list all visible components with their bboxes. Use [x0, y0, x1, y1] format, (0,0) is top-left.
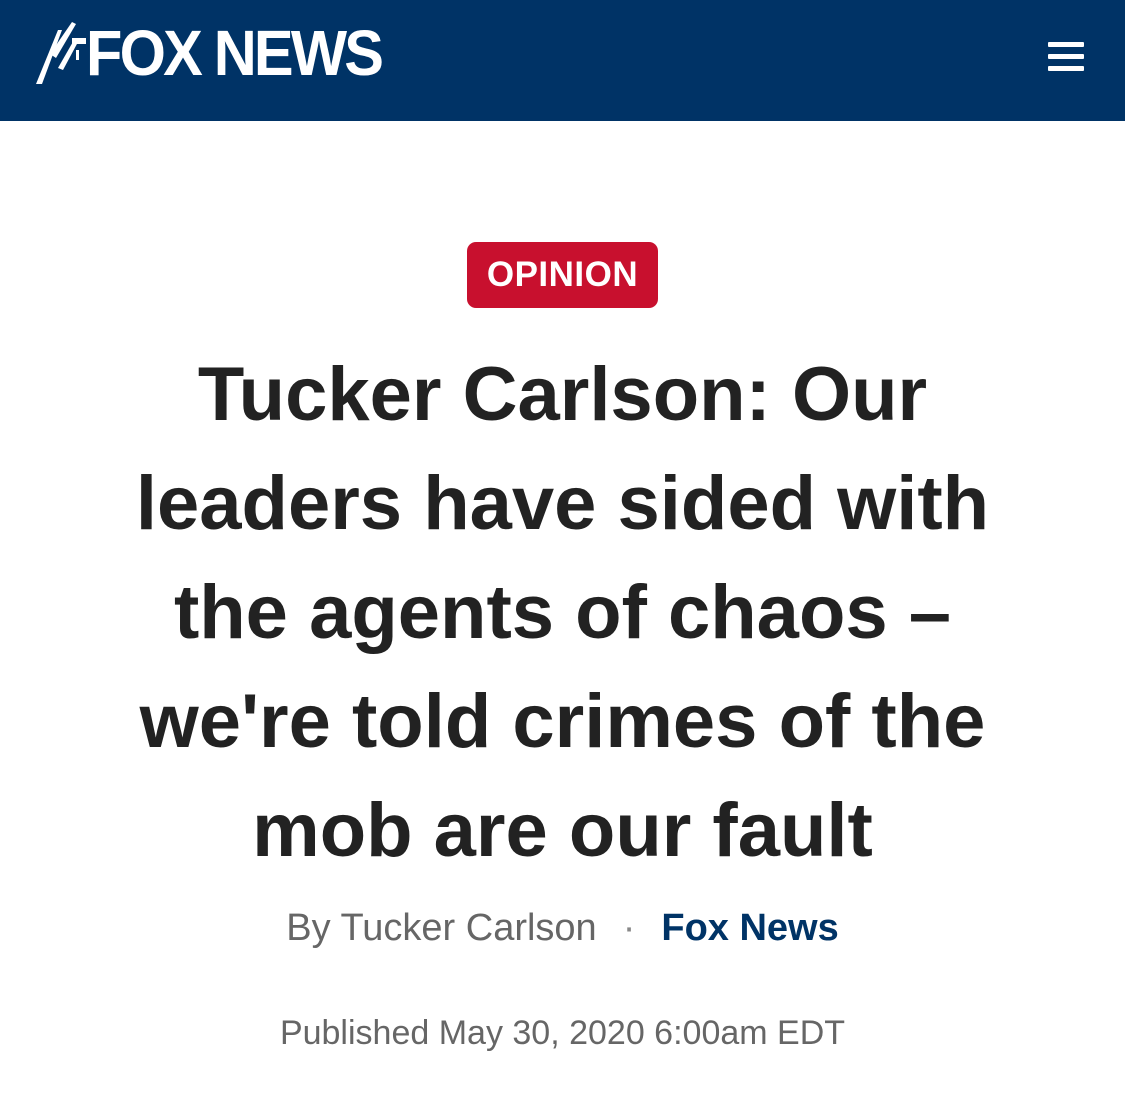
fox-news-searchlight-icon — [36, 22, 86, 84]
byline-separator: · — [622, 906, 636, 949]
article-byline: By Tucker Carlson · Fox News — [0, 900, 1125, 956]
fox-news-logo[interactable]: FOX NEWS — [32, 18, 403, 88]
top-navigation-bar: FOX NEWS — [0, 0, 1125, 121]
menu-bar — [1048, 42, 1084, 47]
headline-line: leaders have sided with — [135, 461, 990, 546]
menu-bar — [1048, 54, 1084, 59]
logo-text: FOX NEWS — [86, 17, 384, 89]
headline-line: we're told crimes of the — [139, 679, 986, 764]
source-link[interactable]: Fox News — [661, 907, 838, 950]
headline-line: Tucker Carlson: Our — [197, 352, 928, 437]
author-name: By Tucker Carlson — [286, 906, 597, 949]
opinion-category-badge[interactable]: OPINION — [467, 242, 658, 308]
headline-line: the agents of chaos – — [173, 570, 952, 655]
article-headline: Tucker Carlson: Our leaders have sided w… — [40, 340, 1085, 885]
hamburger-menu-icon[interactable] — [1044, 38, 1092, 78]
headline-line: mob are our fault — [252, 788, 873, 873]
menu-bar — [1048, 66, 1084, 71]
published-timestamp: Published May 30, 2020 6:00am EDT — [279, 1014, 846, 1052]
